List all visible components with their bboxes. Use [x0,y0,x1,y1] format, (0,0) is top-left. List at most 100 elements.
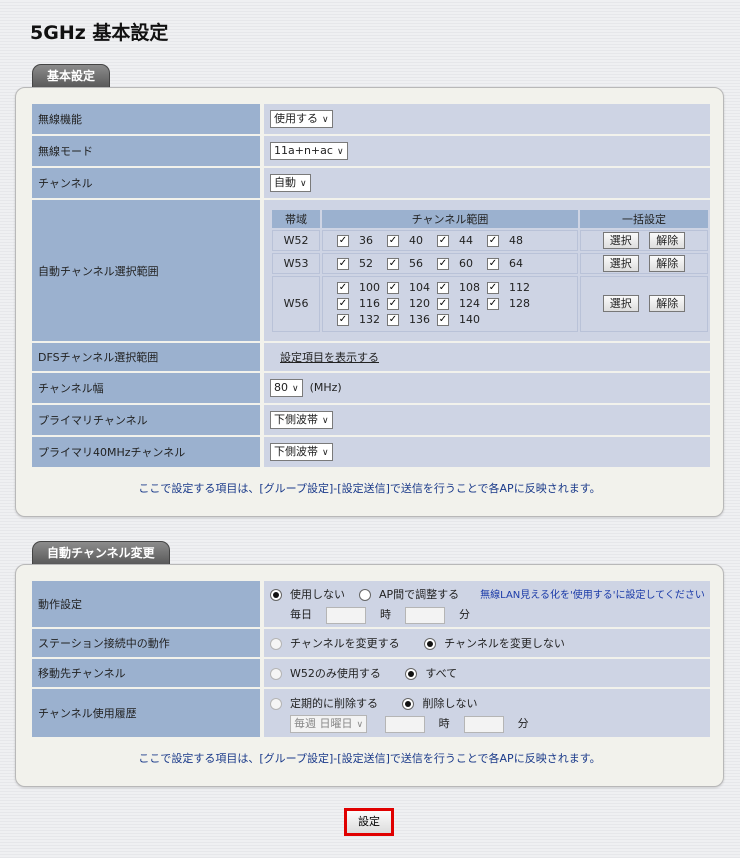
primary-channel-label: プライマリチャンネル [32,405,264,435]
channel-136-option: ✓ 136 [387,313,437,326]
operation-minute-input[interactable] [405,606,445,624]
submit-button[interactable]: 設定 [344,808,394,836]
channel-width-label: チャンネル幅 [32,373,264,403]
history-periodic-radio[interactable] [270,698,282,710]
wireless-mode-select[interactable]: 11a+n+ac ∨ [270,142,348,160]
wireless-mode-label: 無線モード [32,136,264,166]
channel-136-label: 136 [409,313,430,326]
history-hour-input[interactable] [384,715,425,733]
channel-128-label: 128 [509,297,530,310]
auto-channel-range-table: 帯域 チャンネル範囲 一括設定 W52 ✓ 36 ✓ 40 ✓ 44 ✓ 48 選択 解除 W [270,208,710,334]
channel-label: チャンネル [32,168,264,198]
daily-label: 毎日 [290,608,312,622]
history-weekday-select[interactable]: 毎週 日曜日 ∨ [290,715,368,733]
auto-change-panel: 動作設定 使用しない AP間で調整する 無線LAN見える化を'使用する'に設定し… [15,564,724,787]
channel-40-option: ✓ 40 [387,234,437,247]
channel-140-checkbox[interactable]: ✓ [437,314,449,326]
select-all-w53-button[interactable]: 選択 [602,254,639,272]
basic-settings-panel: 無線機能 使用する ∨ 無線モード 11a+n+ac ∨ チャンネル 自動 ∨ 自動チ… [15,87,724,517]
channel-36-checkbox[interactable]: ✓ [337,234,349,247]
channel-136-checkbox[interactable]: ✓ [387,314,399,326]
release-all-w53-button[interactable]: 解除 [649,254,686,272]
history-none-radio[interactable] [402,698,415,710]
channel-60-label: 60 [459,256,473,270]
channel-list-w52: ✓ 36 ✓ 40 ✓ 44 ✓ 48 [323,232,577,249]
operation-off-label: 使用しない [290,588,345,602]
history-none-label: 削除しない [422,697,478,710]
channel-100-checkbox[interactable]: ✓ [337,282,349,294]
station-nochange-label: チャンネルを変更しない [444,637,565,650]
operation-hour-input[interactable] [326,606,366,624]
channel-52-checkbox[interactable]: ✓ [337,257,349,270]
operation-label: 動作設定 [32,581,264,627]
channel-64-checkbox[interactable]: ✓ [487,257,499,270]
band-header: 帯域 [272,209,320,228]
dfs-show-link[interactable]: 設定項目を表示する [280,351,379,364]
channel-40-label: 40 [409,233,423,247]
primary40-channel-select[interactable]: 下側波帯 ∨ [270,443,333,461]
channel-100-option: ✓ 100 [337,281,387,294]
release-all-w52-button[interactable]: 解除 [649,231,686,249]
channel-116-checkbox[interactable]: ✓ [337,298,349,310]
channel-width-select[interactable]: 80 ∨ [270,379,303,397]
station-change-radio[interactable] [270,638,282,650]
channel-116-label: 116 [359,297,380,310]
channel-range-header: チャンネル範囲 [322,209,578,228]
primary40-channel-label: プライマリ40MHzチャンネル [32,437,264,467]
chevron-down-icon: ∨ [356,720,364,730]
channel-120-checkbox[interactable]: ✓ [387,298,399,310]
station-nochange-radio[interactable] [424,638,437,650]
chevron-down-icon: ∨ [300,179,307,189]
channel-list-w53: ✓ 52 ✓ 56 ✓ 60 ✓ 64 [323,255,577,272]
history-minute-label: 分 [517,717,529,730]
channel-132-option: ✓ 132 [337,313,387,326]
select-all-w56-button[interactable]: 選択 [602,295,639,312]
channel-width-unit: (MHz) [309,381,342,394]
chevron-down-icon: ∨ [336,147,344,157]
channel-40-checkbox[interactable]: ✓ [387,234,399,247]
channel-60-option: ✓ 60 [437,257,487,270]
operation-ap-radio[interactable] [359,589,371,602]
station-label: ステーション接続中の動作 [32,629,264,657]
primary-channel-select[interactable]: 下側波帯 ∨ [270,411,333,429]
chevron-down-icon: ∨ [322,448,329,458]
wireless-func-select[interactable]: 使用する ∨ [270,110,333,128]
channel-60-checkbox[interactable]: ✓ [437,257,449,270]
history-hour-label: 時 [438,717,450,730]
operation-ap-label: AP間で調整する [379,588,460,602]
dfs-label: DFSチャンネル選択範囲 [32,343,264,371]
dest-all-label: すべて [425,667,458,680]
channel-104-checkbox[interactable]: ✓ [387,282,399,294]
dest-all-radio[interactable] [405,668,418,680]
chevron-down-icon: ∨ [292,384,299,394]
dest-w52-radio[interactable] [270,668,282,680]
history-periodic-label: 定期的に削除する [290,697,378,710]
channel-44-option: ✓ 44 [437,234,487,247]
dest-channel-label: 移動先チャンネル [32,659,264,687]
release-all-w56-button[interactable]: 解除 [649,295,686,312]
channel-64-option: ✓ 64 [487,257,537,270]
chevron-down-icon: ∨ [322,115,329,125]
dest-w52-label: W52のみ使用する [290,667,381,680]
channel-36-label: 36 [359,233,373,247]
channel-104-label: 104 [409,281,430,294]
auto-change-table: 動作設定 使用しない AP間で調整する 無線LAN見える化を'使用する'に設定し… [32,579,710,739]
channel-112-checkbox[interactable]: ✓ [487,282,499,294]
channel-116-option: ✓ 116 [337,297,387,310]
channel-112-label: 112 [509,281,530,294]
channel-108-checkbox[interactable]: ✓ [437,282,449,294]
channel-56-checkbox[interactable]: ✓ [387,257,399,270]
page-title: 5GHz 基本設定 [30,22,169,44]
channel-128-checkbox[interactable]: ✓ [487,298,499,310]
channel-132-checkbox[interactable]: ✓ [337,314,349,326]
channel-48-label: 48 [509,233,523,247]
history-minute-input[interactable] [463,715,504,733]
operation-off-radio[interactable] [270,589,282,602]
channel-108-label: 108 [459,281,480,294]
select-all-w52-button[interactable]: 選択 [602,231,639,249]
channel-44-checkbox[interactable]: ✓ [437,234,449,247]
channel-124-checkbox[interactable]: ✓ [437,298,449,310]
channel-48-checkbox[interactable]: ✓ [487,234,499,247]
channel-select[interactable]: 自動 ∨ [270,174,311,192]
channel-56-label: 56 [409,256,423,270]
